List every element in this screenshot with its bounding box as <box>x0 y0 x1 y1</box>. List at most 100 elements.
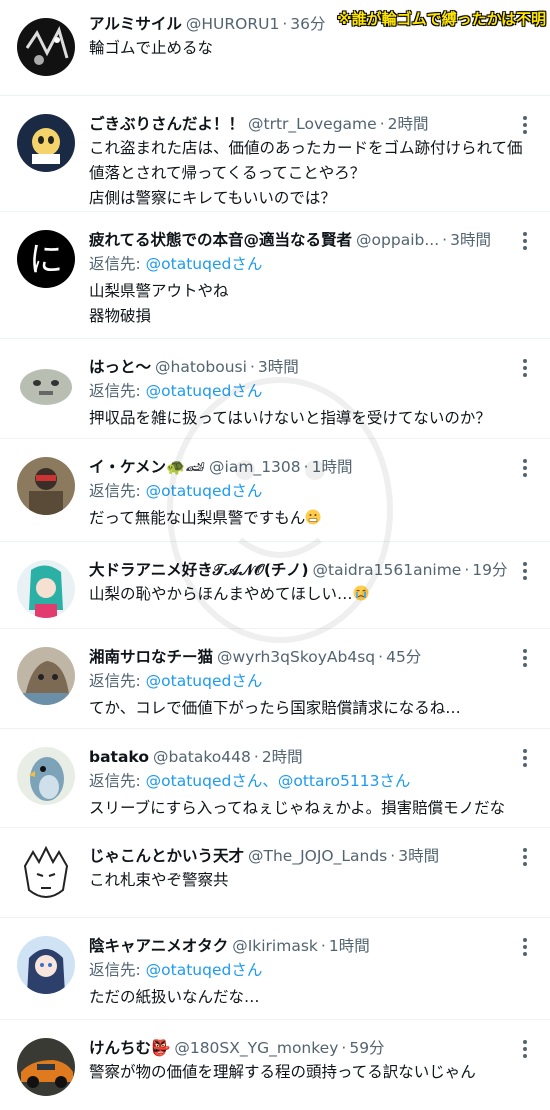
tweet[interactable]: に 疲れてる状態での本音@適当なる賢者 @oppaib... · 3時間 返信先: @… <box>0 212 550 339</box>
tweet-header: 疲れてる状態での本音@適当なる賢者 @oppaib... · 3時間 <box>89 231 491 249</box>
more-options-icon[interactable] <box>522 116 528 134</box>
more-options-icon[interactable] <box>522 359 528 377</box>
display-name[interactable]: けんちむ <box>89 1039 151 1057</box>
timestamp[interactable]: 59分 <box>349 1039 384 1057</box>
user-handle[interactable]: @Ikirimask <box>232 937 318 955</box>
display-name[interactable]: はっと〜 <box>89 358 151 376</box>
crying-face-icon <box>353 585 369 601</box>
tweet-text: これ札束やぞ警察共 <box>89 871 229 889</box>
tweet-header: ごきぶりさんだよ！！ @trtr_Lovegame · 2時間 <box>89 115 429 133</box>
grimacing-face-icon <box>305 509 321 525</box>
tweet[interactable]: 陰キャアニメオタク @Ikirimask · 1時間 返信先: @otatuqedさん… <box>0 918 550 1020</box>
tweet[interactable]: 湘南サロなチー猫 @wyrh3qSkoyAb4sq · 45分 返信先: @otatu… <box>0 629 550 729</box>
tweet-text: 輪ゴムで止めるな <box>89 39 214 57</box>
tweet-header: イ・ケメン🐢🏎 @iam_1308 · 1時間 <box>89 458 353 476</box>
tweet-text: だって無能な山梨県警ですもん <box>89 506 524 531</box>
reply-context: 返信先: @otatuqedさん <box>89 382 263 400</box>
timestamp[interactable]: 1時間 <box>312 458 353 476</box>
display-name[interactable]: 大ドラアニメ好き𝒯𝒜𝒩𝒪(チノ) <box>89 561 309 579</box>
user-handle[interactable]: @taidra1561anime <box>313 561 462 579</box>
timestamp[interactable]: 3時間 <box>450 231 491 249</box>
user-handle[interactable]: @iam_1308 <box>209 458 301 476</box>
tweet-header: じゃこんとかいう天才 @The_JOJO_Lands · 3時間 <box>89 847 440 865</box>
turtle-icon: 🐢 <box>166 458 186 476</box>
display-name[interactable]: ごきぶりさんだよ！！ <box>89 115 244 133</box>
tweet[interactable]: ごきぶりさんだよ！！ @trtr_Lovegame · 2時間 これ盗まれた店は、価値… <box>0 96 550 212</box>
timestamp[interactable]: 2時間 <box>262 748 303 766</box>
tweet-header: 陰キャアニメオタク @Ikirimask · 1時間 <box>89 937 370 955</box>
timestamp[interactable]: 3時間 <box>398 847 439 865</box>
more-options-icon[interactable] <box>522 749 528 767</box>
mention-link[interactable]: @otatuqedさん <box>146 961 263 979</box>
mention-link[interactable]: @otatuqedさん、@ottaro5113さん <box>146 772 411 790</box>
user-handle[interactable]: @batako448 <box>153 748 251 766</box>
user-handle[interactable]: @trtr_Lovegame <box>248 115 377 133</box>
tweet-text: ただの紙扱いなんだな… <box>89 988 260 1006</box>
more-options-icon[interactable] <box>522 232 528 250</box>
avatar[interactable] <box>17 1038 75 1096</box>
mention-link[interactable]: @otatuqedさん <box>146 672 263 690</box>
avatar[interactable] <box>17 18 75 76</box>
tweet[interactable]: じゃこんとかいう天才 @The_JOJO_Lands · 3時間 これ札束やぞ警察共 <box>0 828 550 918</box>
timestamp[interactable]: 3時間 <box>258 358 299 376</box>
timestamp[interactable]: 2時間 <box>388 115 429 133</box>
timestamp[interactable]: 1時間 <box>329 937 370 955</box>
user-handle[interactable]: @hatobousi <box>155 358 247 376</box>
more-options-icon[interactable] <box>522 459 528 477</box>
reply-context: 返信先: @otatuqedさん、@ottaro5113さん <box>89 772 411 790</box>
tweet-header: 湘南サロなチー猫 @wyrh3qSkoyAb4sq · 45分 <box>89 648 422 666</box>
timestamp[interactable]: 45分 <box>386 648 421 666</box>
tweet[interactable]: batako @batako448 · 2時間 返信先: @otatuqedさん、@o… <box>0 729 550 828</box>
display-name[interactable]: アルミサイル <box>89 15 182 33</box>
avatar[interactable] <box>17 357 75 415</box>
tweet-header: batako @batako448 · 2時間 <box>89 748 303 766</box>
more-options-icon[interactable] <box>522 649 528 667</box>
tweet-header: はっと〜 @hatobousi · 3時間 <box>89 358 299 376</box>
more-options-icon[interactable] <box>522 562 528 580</box>
display-name[interactable]: じゃこんとかいう天才 <box>89 847 244 865</box>
avatar[interactable] <box>17 647 75 705</box>
more-options-icon[interactable] <box>522 848 528 866</box>
reply-context: 返信先: @otatuqedさん <box>89 482 263 500</box>
tweet[interactable]: イ・ケメン🐢🏎 @iam_1308 · 1時間 返信先: @otatuqedさん だっ… <box>0 439 550 542</box>
more-options-icon[interactable] <box>522 938 528 956</box>
avatar[interactable]: に <box>17 230 75 288</box>
reply-context: 返信先: @otatuqedさん <box>89 255 263 273</box>
tweet-text: 押収品を雑に扱ってはいけないと指導を受けてないのか？ <box>89 409 491 427</box>
tweet[interactable]: はっと〜 @hatobousi · 3時間 返信先: @otatuqedさん 押収品を… <box>0 339 550 439</box>
display-name[interactable]: 陰キャアニメオタク <box>89 937 228 955</box>
user-handle[interactable]: @HURORU1 <box>186 15 279 33</box>
user-handle[interactable]: @oppaib... <box>356 231 439 249</box>
display-name[interactable]: イ・ケメン <box>89 458 166 476</box>
avatar[interactable] <box>17 936 75 994</box>
mention-link[interactable]: @otatuqedさん <box>146 255 263 273</box>
avatar[interactable] <box>17 560 75 618</box>
tweet-text: 山梨県警アウトやね 器物破損 <box>89 282 229 325</box>
user-handle[interactable]: @wyrh3qSkoyAb4sq <box>217 648 375 666</box>
display-name[interactable]: 疲れてる状態での本音@適当なる賢者 <box>89 231 352 249</box>
avatar[interactable] <box>17 747 75 805</box>
display-name[interactable]: batako <box>89 748 149 766</box>
tweet[interactable]: けんちむ👺 @180SX_YG_monkey · 59分 警察が物の価値を理解する程の… <box>0 1020 550 1110</box>
user-handle[interactable]: @180SX_YG_monkey <box>174 1039 338 1057</box>
more-options-icon[interactable] <box>522 1040 528 1058</box>
tweet-text: 警察が物の価値を理解する程の頭持ってる訳ないじゃん <box>89 1063 476 1081</box>
timestamp[interactable]: 19分 <box>472 561 507 579</box>
mention-link[interactable]: @otatuqedさん <box>146 382 263 400</box>
reply-context: 返信先: @otatuqedさん <box>89 961 263 979</box>
tweet-text: てか、コレで価値下がったら国家賠償請求になるね… <box>89 699 461 717</box>
avatar[interactable] <box>17 846 75 904</box>
tweet-text: スリーブにすら入ってねぇじゃねぇかよ。損害賠償モノだな <box>89 799 506 817</box>
display-name[interactable]: 湘南サロなチー猫 <box>89 648 213 666</box>
timestamp[interactable]: 36分 <box>290 15 325 33</box>
avatar[interactable] <box>17 457 75 515</box>
goblin-icon: 👺 <box>151 1039 171 1057</box>
tweet[interactable]: 大ドラアニメ好き𝒯𝒜𝒩𝒪(チノ) @taidra1561anime · 19分 山梨の… <box>0 542 550 629</box>
car-icon: 🏎 <box>185 458 206 476</box>
mention-link[interactable]: @otatuqedさん <box>146 482 263 500</box>
overlay-caption: ※誰が輪ゴムで縛ったかは不明 <box>337 10 546 28</box>
avatar[interactable] <box>17 114 75 172</box>
user-handle[interactable]: @The_JOJO_Lands <box>248 847 387 865</box>
tweet-header: 大ドラアニメ好き𝒯𝒜𝒩𝒪(チノ) @taidra1561anime · 19分 <box>89 561 508 579</box>
reply-context: 返信先: @otatuqedさん <box>89 672 263 690</box>
